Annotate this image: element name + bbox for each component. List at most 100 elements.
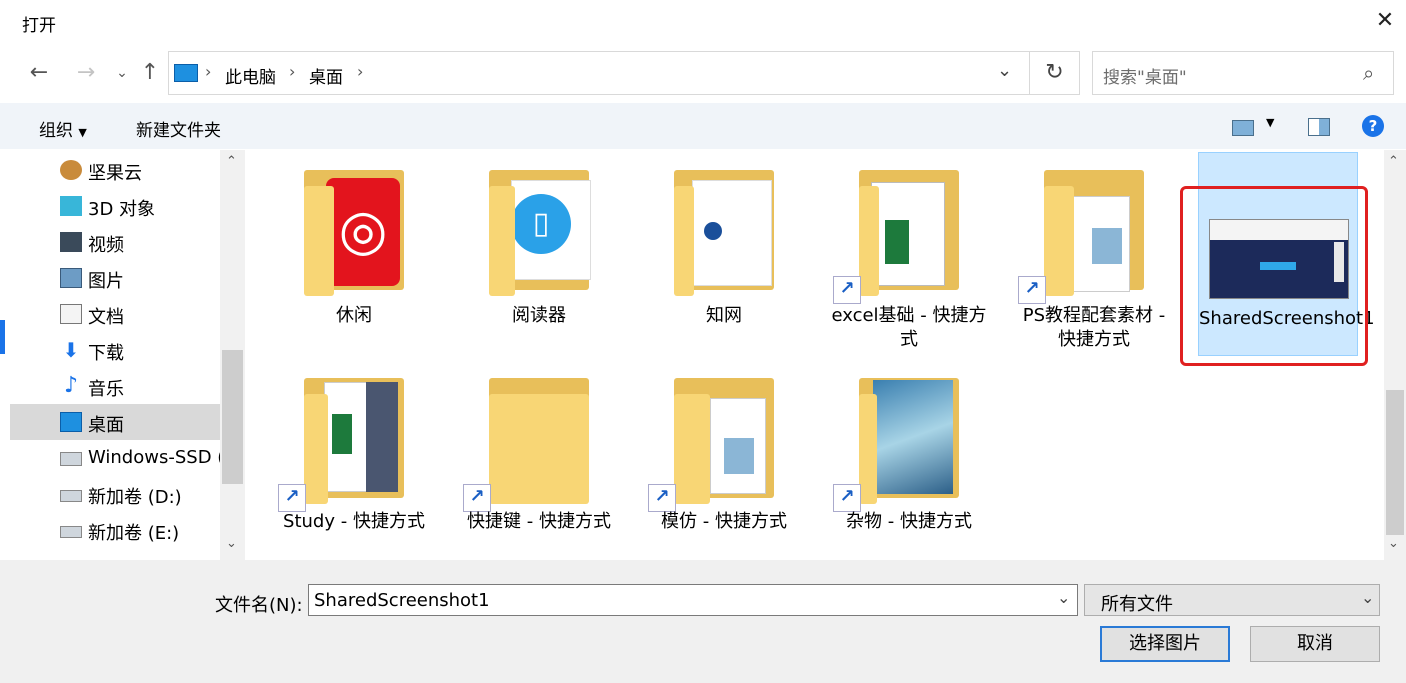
sidebar-item-pictures[interactable]: 图片: [10, 260, 220, 296]
cnki-globe-icon: [704, 222, 722, 240]
sidebar-item-music[interactable]: ♪ 音乐: [10, 368, 220, 404]
up-arrow-icon[interactable]: ↑: [136, 59, 164, 87]
chevron-right-icon: ›: [289, 62, 296, 81]
sidebar-item-label: 图片: [88, 271, 124, 292]
view-options-icon[interactable]: [1232, 120, 1254, 136]
search-icon[interactable]: ⌕: [1363, 61, 1374, 85]
file-item-label: 快捷键 - 快捷方式: [467, 511, 611, 532]
file-item[interactable]: 知网: [644, 160, 804, 350]
excel-icon: [332, 414, 352, 454]
organize-button[interactable]: 组织 ▼: [39, 116, 87, 141]
file-item-label: excel基础 - 快捷方式: [831, 305, 987, 350]
filename-value: SharedScreenshot1: [314, 590, 490, 611]
music-icon: ♪: [63, 373, 79, 398]
sidebar-item-label: 3D 对象: [88, 199, 156, 220]
navigation-pane: 坚果云 3D 对象 视频 图片 文档 ⬇ 下载 ♪ 音乐 桌面 Windows-…: [10, 150, 224, 560]
shortcut-arrow-icon: ↗: [1018, 276, 1046, 304]
file-item-label: Study - 快捷方式: [283, 511, 425, 532]
preview-pane-icon[interactable]: [1308, 118, 1330, 136]
shortcut-arrow-icon: ↗: [648, 484, 676, 512]
search-input[interactable]: 搜索"桌面": [1103, 63, 1187, 88]
filename-label: 文件名(N):: [215, 595, 303, 616]
back-arrow-icon[interactable]: ←: [25, 59, 53, 87]
scroll-down-icon[interactable]: ⌄: [1388, 536, 1399, 551]
address-dropdown-icon[interactable]: ⌄: [997, 60, 1012, 81]
file-item-label: PS教程配套素材 - 快捷方式: [1022, 305, 1166, 350]
file-item[interactable]: ↗ Study - 快捷方式: [274, 368, 434, 558]
scroll-up-icon[interactable]: ⌃: [226, 154, 237, 169]
sidebar-item-jianguoyun[interactable]: 坚果云: [10, 152, 220, 188]
scroll-up-icon[interactable]: ⌃: [1388, 154, 1399, 169]
filename-dropdown-icon[interactable]: ⌄: [1057, 588, 1070, 607]
sidebar-item-drive-d[interactable]: 新加卷 (D:): [10, 476, 220, 512]
dialog-footer: [0, 560, 1406, 683]
sidebar-item-videos[interactable]: 视频: [10, 224, 220, 260]
chevron-right-icon[interactable]: ›: [357, 62, 363, 81]
cancel-button[interactable]: 取消: [1250, 626, 1380, 662]
sidebar-item-documents[interactable]: 文档: [10, 296, 220, 332]
search-box[interactable]: 搜索"桌面" ⌕: [1092, 51, 1394, 95]
window-title: 打开: [22, 16, 56, 36]
file-item[interactable]: ◎ 休闲: [274, 160, 434, 350]
new-folder-button[interactable]: 新建文件夹: [136, 116, 221, 141]
document-cover-icon: [366, 382, 398, 492]
sidebar-item-windows-ssd[interactable]: Windows-SSD (: [10, 440, 224, 476]
sidebar-item-3d-objects[interactable]: 3D 对象: [10, 188, 220, 224]
sidebar-item-label: 文档: [88, 307, 124, 328]
sidebar-item-label: 桌面: [88, 415, 124, 436]
sidebar-item-label: 下载: [88, 343, 124, 364]
netease-music-icon: ◎: [326, 178, 400, 286]
file-item[interactable]: ▯ 阅读器: [459, 160, 619, 350]
filetype-select[interactable]: 所有文件 ⌄: [1084, 584, 1380, 616]
filetype-value: 所有文件: [1101, 594, 1173, 615]
sidebar-scroll-thumb[interactable]: [222, 350, 243, 484]
sidebar-item-label: 视频: [88, 235, 124, 256]
file-item[interactable]: ↗ 模仿 - 快捷方式: [644, 368, 804, 558]
computer-icon: [174, 64, 198, 82]
file-item-label: 模仿 - 快捷方式: [661, 511, 787, 532]
file-list-scroll-thumb[interactable]: [1386, 390, 1404, 535]
sidebar-item-downloads[interactable]: ⬇ 下载: [10, 332, 220, 368]
file-item[interactable]: ↗ PS教程配套素材 - 快捷方式: [1014, 160, 1174, 360]
drive-icon: [60, 526, 82, 538]
command-bar: 组织 ▼ 新建文件夹 ▼ ?: [0, 103, 1406, 149]
shortcut-arrow-icon: ↗: [833, 276, 861, 304]
image-thumb-icon: [1092, 228, 1122, 264]
organize-label: 组织: [39, 121, 73, 141]
open-button[interactable]: 选择图片: [1100, 626, 1230, 662]
file-item[interactable]: ↗ excel基础 - 快捷方式: [829, 160, 989, 360]
refresh-icon[interactable]: ↻: [1030, 51, 1080, 95]
file-item[interactable]: ↗ 杂物 - 快捷方式: [829, 368, 989, 558]
forward-arrow-icon[interactable]: →: [72, 59, 100, 87]
sidebar-item-drive-e[interactable]: 新加卷 (E:): [10, 512, 220, 548]
breadcrumb-this-pc[interactable]: 此电脑: [225, 63, 276, 88]
picture-icon: [60, 268, 82, 288]
file-item[interactable]: ↗ 快捷键 - 快捷方式: [459, 368, 619, 558]
sidebar-item-label: 新加卷 (E:): [88, 523, 180, 544]
desktop-icon: [60, 412, 82, 432]
filename-input[interactable]: SharedScreenshot1 ⌄: [308, 584, 1078, 616]
address-bar[interactable]: › 此电脑 › 桌面 › ⌄: [168, 51, 1030, 95]
filetype-dropdown-icon[interactable]: ⌄: [1361, 588, 1374, 607]
nut-icon: [60, 160, 82, 180]
view-dropdown-icon[interactable]: ▼: [1266, 116, 1274, 129]
document-icon: [60, 304, 82, 324]
shortcut-arrow-icon: ↗: [833, 484, 861, 512]
sidebar-item-label: 坚果云: [88, 163, 142, 184]
scroll-down-icon[interactable]: ⌄: [226, 536, 237, 551]
cube-3d-icon: [60, 196, 82, 216]
breadcrumb-desktop[interactable]: 桌面: [309, 63, 343, 88]
video-icon: [60, 232, 82, 252]
sidebar-item-label: 新加卷 (D:): [88, 487, 182, 508]
help-icon[interactable]: ?: [1362, 115, 1384, 137]
image-thumb-icon: [873, 380, 953, 494]
file-item-label: 杂物 - 快捷方式: [846, 511, 972, 532]
close-icon[interactable]: ✕: [1372, 8, 1398, 34]
highlight-box: [1180, 186, 1368, 366]
file-item-label: 阅读器: [512, 305, 566, 326]
download-icon: ⬇: [62, 338, 80, 362]
drive-icon: [60, 490, 82, 502]
recent-chevron-icon[interactable]: ⌄: [108, 59, 136, 87]
sidebar-item-desktop[interactable]: 桌面: [10, 404, 220, 440]
shortcut-arrow-icon: ↗: [278, 484, 306, 512]
